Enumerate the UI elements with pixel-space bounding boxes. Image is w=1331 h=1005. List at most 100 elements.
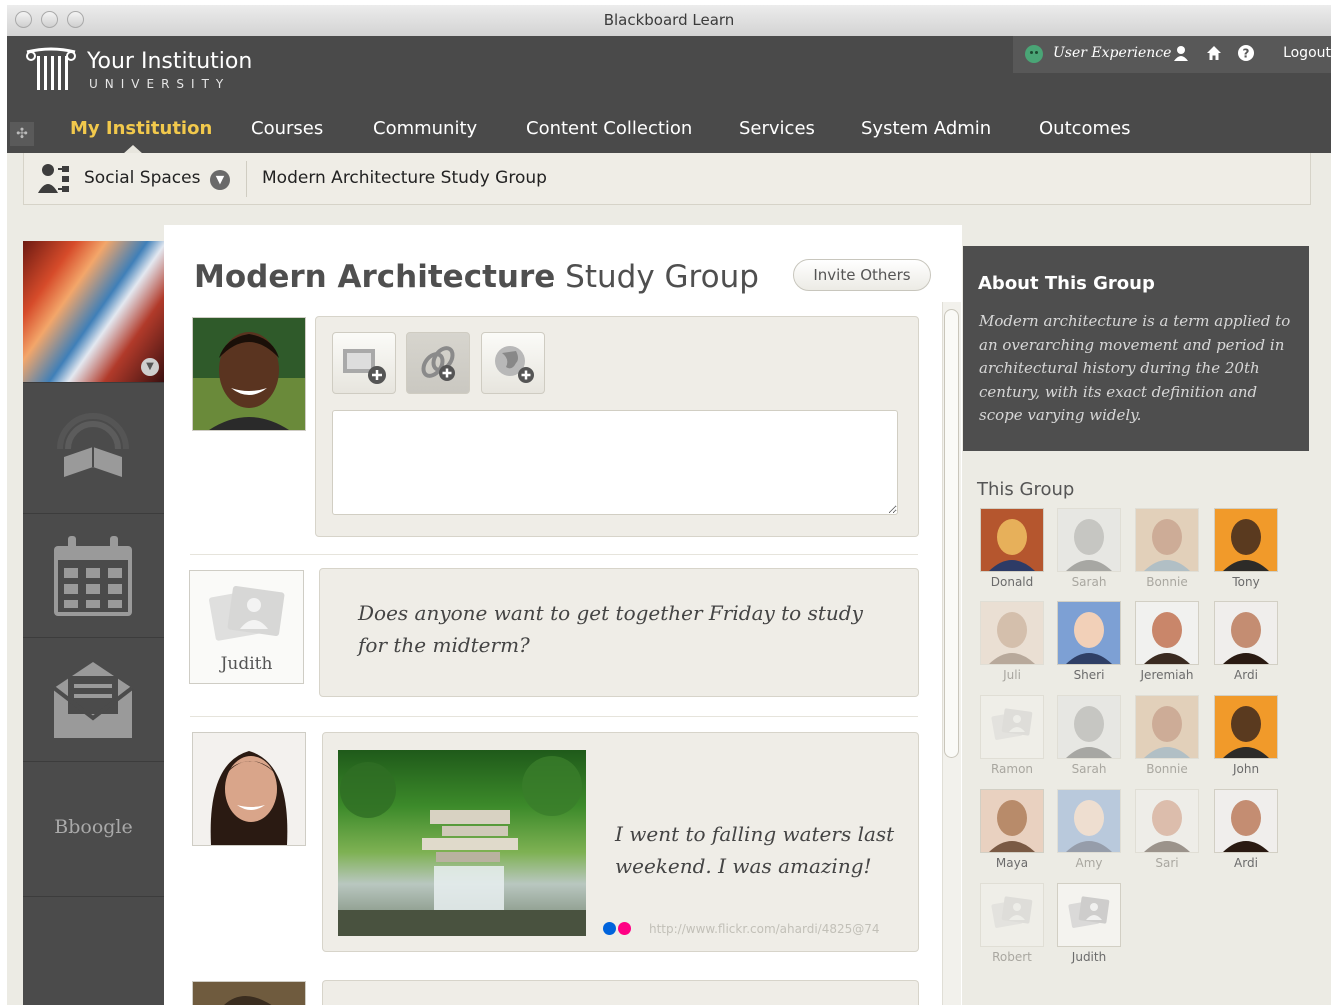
nav-tab-community[interactable]: Community [373, 118, 477, 139]
nav-drag-handle-icon[interactable]: ✣ [10, 122, 34, 146]
group-member[interactable]: Bonnie [1135, 695, 1199, 776]
add-link-icon [421, 346, 455, 381]
group-member[interactable]: Juli [980, 601, 1044, 682]
nav-tab-my-institution[interactable]: My Institution [70, 118, 212, 139]
rail-item-reading[interactable] [23, 382, 164, 514]
member-avatar-icon [1057, 789, 1121, 853]
user-status-icon [1025, 45, 1043, 63]
group-banner-image: ▼ [23, 241, 164, 382]
member-avatar-icon [980, 508, 1044, 572]
author-avatar[interactable] [192, 732, 306, 846]
male-face-avatar-icon [193, 318, 305, 430]
group-member[interactable]: Judith [1057, 883, 1121, 964]
open-book-icon [57, 413, 129, 477]
member-avatar-icon [1214, 789, 1278, 853]
placeholder-photo-icon [209, 585, 285, 641]
page-title: Modern Architecture Study Group [194, 259, 759, 295]
add-link-button[interactable] [406, 332, 470, 394]
svg-text:?: ? [1243, 47, 1250, 61]
member-name: Sheri [1073, 668, 1105, 682]
envelope-message-icon [52, 662, 134, 738]
member-name: Donald [990, 575, 1034, 589]
breadcrumb-current: Modern Architecture Study Group [262, 168, 547, 188]
post-divider [190, 554, 918, 555]
rail-item-calendar[interactable] [23, 513, 164, 638]
group-member[interactable]: Jeremiah [1135, 601, 1199, 682]
group-member[interactable]: Amy [1057, 789, 1121, 870]
member-avatar-icon [1214, 508, 1278, 572]
chevron-down-icon[interactable]: ▼ [141, 358, 159, 376]
nav-tab-system-admin[interactable]: System Admin [861, 118, 991, 139]
member-avatar-icon [1135, 601, 1199, 665]
flickr-logo-icon [603, 922, 616, 935]
post-author-name: Judith [220, 654, 273, 674]
group-member[interactable]: Bonnie [1135, 508, 1199, 589]
nav-tab-courses[interactable]: Courses [251, 118, 323, 139]
logout-link[interactable]: Logout [1283, 45, 1331, 61]
member-name: Maya [995, 856, 1029, 870]
falling-water-photo[interactable] [338, 750, 586, 936]
scrollbar-thumb[interactable] [944, 309, 959, 758]
add-photo-icon [343, 349, 386, 384]
member-avatar-icon [1057, 601, 1121, 665]
group-members-title: This Group [977, 479, 1075, 500]
rail-item-messages[interactable] [23, 637, 164, 762]
chevron-down-icon[interactable]: ▼ [210, 170, 230, 190]
group-member[interactable]: Tony [1214, 508, 1278, 589]
member-name: Sarah [1071, 762, 1107, 776]
group-member[interactable]: John [1214, 695, 1278, 776]
group-member[interactable]: Sarah [1057, 695, 1121, 776]
site-header: Your Institution UNIVERSITY User Experie… [7, 36, 1331, 154]
help-icon[interactable]: ? [1238, 45, 1254, 61]
post-card [322, 980, 919, 1005]
calendar-icon [54, 536, 132, 616]
group-member[interactable]: Sarah [1057, 508, 1121, 589]
group-member[interactable]: Maya [980, 789, 1044, 870]
about-group-panel: About This Group Modern architecture is … [963, 246, 1309, 451]
rail-item-bboogle[interactable]: Bboogle [23, 761, 164, 897]
member-name: Tony [1232, 575, 1260, 589]
group-member[interactable]: Robert [980, 883, 1044, 964]
group-member[interactable]: Donald [980, 508, 1044, 589]
post-text-input[interactable] [332, 410, 898, 515]
left-rail: ▼ Bboogle [23, 241, 164, 1005]
current-user-avatar[interactable] [192, 317, 306, 431]
about-description: Modern architecture is a term applied to… [979, 312, 1291, 424]
add-web-button[interactable] [481, 332, 545, 394]
group-member[interactable]: Sari [1135, 789, 1199, 870]
member-name: Robert [992, 950, 1032, 964]
member-avatar-icon [1057, 695, 1121, 759]
group-member[interactable]: Ramon [980, 695, 1044, 776]
member-avatar-icon [1214, 695, 1278, 759]
post-message: Does anyone want to get together Friday … [358, 601, 863, 657]
group-member[interactable]: Ardi [1214, 789, 1278, 870]
institution-logo-icon[interactable] [23, 46, 79, 94]
breadcrumb-social-spaces[interactable]: Social Spaces [84, 168, 200, 188]
post-composer [315, 316, 919, 537]
nav-tab-services[interactable]: Services [739, 118, 815, 139]
member-name: Ardi [1234, 856, 1258, 870]
eagle-avatar[interactable] [192, 981, 306, 1005]
group-member[interactable]: Ardi [1214, 601, 1278, 682]
group-member[interactable]: Sheri [1057, 601, 1121, 682]
post-card: Does anyone want to get together Friday … [319, 568, 919, 697]
member-avatar-icon [1057, 883, 1121, 947]
home-icon[interactable] [1206, 45, 1222, 61]
member-name: John [1232, 762, 1260, 776]
profile-icon[interactable] [1173, 45, 1189, 61]
nav-tab-content-collection[interactable]: Content Collection [526, 118, 692, 139]
member-name: Sari [1155, 856, 1179, 870]
nav-tab-outcomes[interactable]: Outcomes [1039, 118, 1131, 139]
breadcrumb-divider [246, 161, 247, 197]
invite-others-button[interactable]: Invite Others [793, 259, 931, 291]
judith-avatar[interactable]: Judith [189, 570, 304, 684]
female-face-avatar-icon [193, 733, 305, 845]
house-waterfall-image [338, 756, 586, 936]
flickr-source-link[interactable]: http://www.flickr.com/ahardi/4825@74 [649, 922, 880, 936]
member-avatar-icon [980, 883, 1044, 947]
group-main-panel: Modern Architecture Study Group Invite O… [164, 225, 962, 1005]
user-name-link[interactable]: User Experience [1053, 45, 1171, 61]
member-name: Sarah [1071, 575, 1107, 589]
add-photo-button[interactable] [332, 332, 396, 394]
member-name: Bonnie [1146, 575, 1188, 589]
